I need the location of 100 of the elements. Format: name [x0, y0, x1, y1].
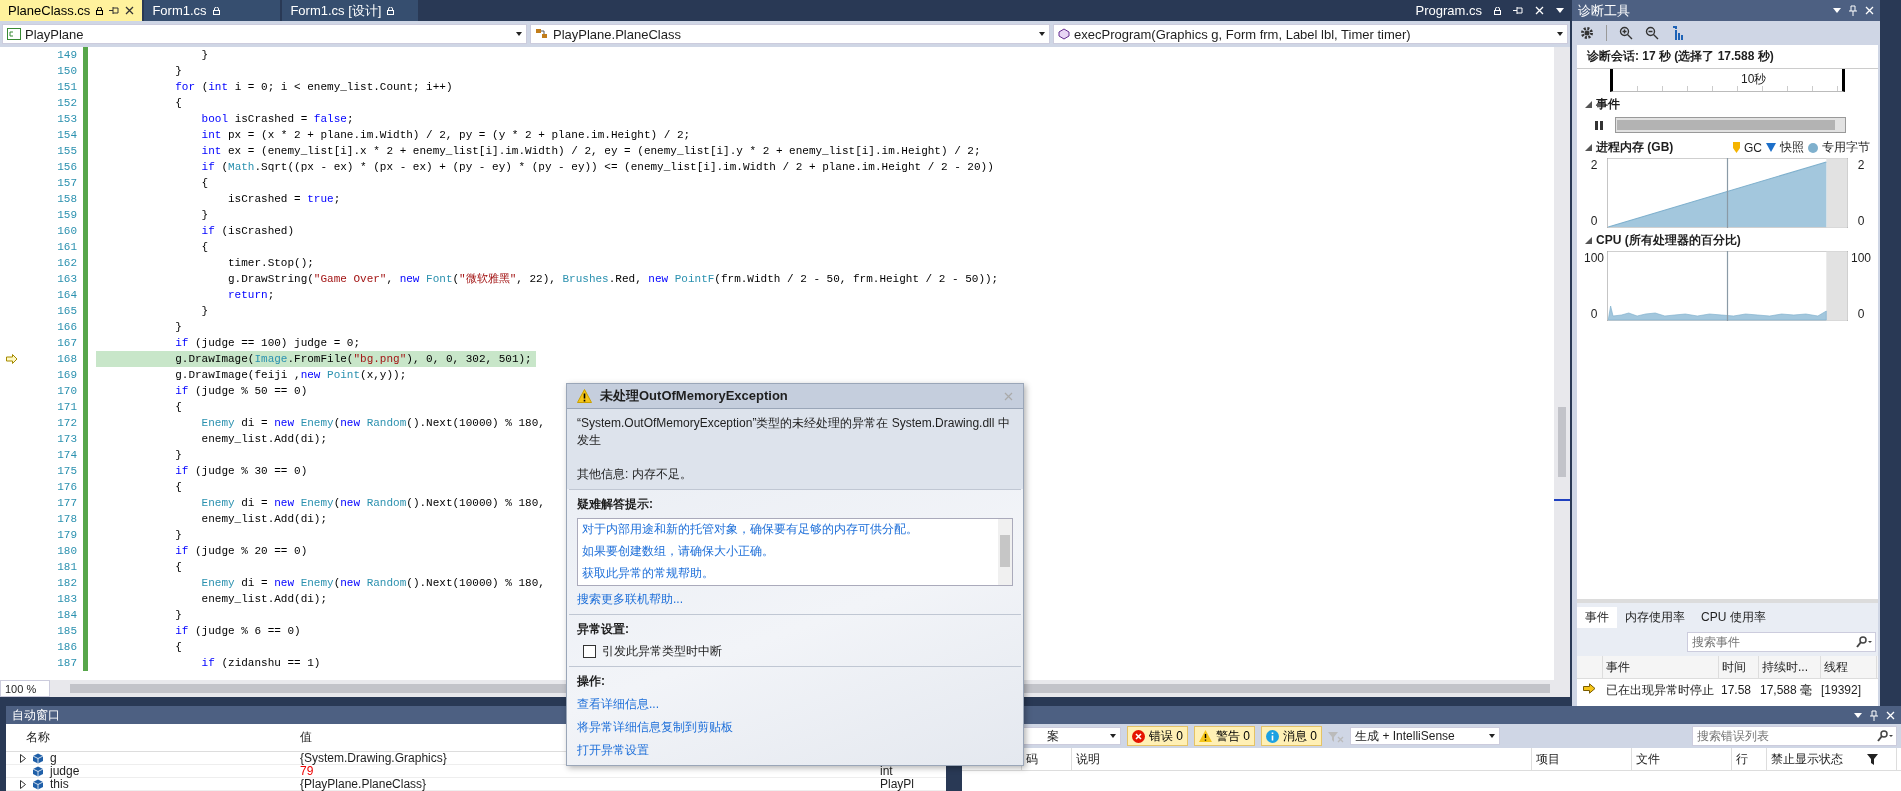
code-line: if (Math.Sqrt((px - ex) * (px - ex) + (py - ey) * (py - ey)) <= (enemy_list[i].im.Width / 2 + plane.im.Height / 2 - 20))	[200, 160, 995, 175]
code-line: }	[200, 48, 210, 63]
line-number: 173	[57, 433, 77, 445]
code-line: {	[174, 560, 183, 575]
code-line: if (isCrashed)	[200, 224, 296, 239]
line-number: 157	[57, 177, 77, 189]
line-number: 149	[57, 49, 77, 61]
line-number: 171	[57, 401, 77, 413]
line-number: 164	[57, 289, 77, 301]
variable-name: g	[50, 751, 57, 765]
code-line: }	[200, 208, 210, 223]
line-number: 167	[57, 337, 77, 349]
code-line: Enemy di = new Enemy(new Random().Next(10000) % 180,	[200, 576, 546, 591]
line-number: 169	[57, 369, 77, 381]
line-number: 161	[57, 241, 77, 253]
variable-name: judge	[50, 764, 80, 778]
code-line: {	[174, 480, 183, 495]
additional-info: 其他信息: 内存不足。	[577, 466, 693, 483]
code-line: return;	[227, 288, 276, 303]
line-number: 168	[57, 353, 77, 365]
line-number: 177	[57, 497, 77, 509]
code-line: g.DrawImage(feiji ,new Point(x,y));	[174, 368, 408, 383]
code-line: if (judge % 6 == 0)	[174, 624, 302, 639]
line-number: 174	[57, 449, 77, 461]
panel-title: 诊断工具	[1578, 1, 1630, 20]
line-number: 166	[57, 321, 77, 333]
code-line: }	[200, 304, 210, 319]
line-number: 182	[57, 577, 77, 589]
code-line: }	[174, 528, 183, 543]
code-line: }	[174, 608, 183, 623]
axis-label: 0	[1590, 214, 1598, 228]
line-number: 151	[57, 81, 77, 93]
code-line: if (judge % 30 == 0)	[174, 464, 309, 479]
line-number: 175	[57, 465, 77, 477]
dialog-title: 未处理OutOfMemoryException	[600, 387, 788, 405]
line-number: 150	[57, 65, 77, 77]
variable-type: int	[880, 763, 893, 778]
legend-label: 快照	[1780, 139, 1804, 156]
line-number: 184	[57, 609, 77, 621]
line-number: 170	[57, 385, 77, 397]
code-line: }	[174, 448, 183, 463]
legend-label: GC	[1744, 140, 1762, 155]
code-line: int px = (x * 2 + plane.im.Width) / 2, py = (y * 2 + plane.im.Height) / 2;	[200, 128, 692, 143]
code-line: }	[174, 64, 183, 79]
line-number: 176	[57, 481, 77, 493]
line-number: 187	[57, 657, 77, 669]
line-number: 154	[57, 129, 77, 141]
section-title: 进程内存 (GB)	[1596, 139, 1674, 156]
code-line: enemy_list.Add(di);	[200, 432, 329, 447]
table-cell-text: 17.58	[1720, 683, 1753, 697]
line-number: 162	[57, 257, 77, 269]
variable-value: {PlayPlane.PlaneClass}	[300, 776, 427, 791]
code-line: enemy_list.Add(di);	[200, 512, 329, 527]
line-number: 153	[57, 113, 77, 125]
line-number: 183	[57, 593, 77, 605]
variable-name: this	[50, 777, 69, 791]
code-line: {	[174, 96, 183, 111]
code-line: {	[174, 640, 183, 655]
code-line: enemy_list.Add(di);	[200, 592, 329, 607]
line-number: 160	[57, 225, 77, 237]
axis-label: 100	[1851, 251, 1871, 265]
code-line: if (judge == 100) judge = 0;	[174, 336, 362, 351]
code-line: if (judge % 20 == 0)	[174, 544, 309, 559]
code-line: {	[200, 176, 210, 191]
line-number: 186	[57, 641, 77, 653]
line-number: 152	[57, 97, 77, 109]
code-line: Enemy di = new Enemy(new Random().Next(10000) % 180,	[200, 416, 546, 431]
line-number: 178	[57, 513, 77, 525]
code-line: {	[200, 240, 210, 255]
axis-label: 2	[1857, 158, 1865, 172]
table-cell-text: 已在出现异常时停止	[1605, 681, 1715, 699]
exception-message: “System.OutOfMemoryException”类型的未经处理的异常在 System.Drawing.dll 中发生	[577, 415, 1011, 449]
line-number: 165	[57, 305, 77, 317]
axis-label: 2	[1590, 158, 1598, 172]
section-heading: 异常设置:	[577, 621, 630, 638]
section-heading: 操作:	[577, 673, 606, 690]
code-line: int ex = (enemy_list[i].x * 2 + enemy_list[i].im.Width) / 2, ey = (enemy_list[i].y * 2 + enemy_list[i].im.Height) / 2;	[200, 144, 982, 159]
code-line: for (int i = 0; i < enemy_list.Count; i++)	[174, 80, 454, 95]
legend-label: 专用字节	[1822, 139, 1870, 156]
line-number: 163	[57, 273, 77, 285]
section-title: CPU (所有处理器的百分比)	[1596, 232, 1741, 249]
table-cell-text: [19392]	[1820, 683, 1863, 697]
session-info: 诊断会话: 17 秒 (选择了 17.588 秒)	[1577, 45, 1878, 69]
code-line: }	[174, 320, 183, 335]
axis-label: 0	[1857, 307, 1865, 321]
line-number: 155	[57, 145, 77, 157]
code-line: {	[174, 400, 183, 415]
code-line: if (zidanshu == 1)	[200, 656, 322, 671]
code-line: g.DrawString("Game Over", new Font("微软雅黑", 22), Brushes.Red, new PointF(frm.Width / 2 - 50, frm.Height / 2 - 50));	[227, 272, 1000, 287]
code-line: isCrashed = true;	[227, 192, 342, 207]
code-line: bool isCrashed = false;	[200, 112, 355, 127]
variable-value: {System.Drawing.Graphics}	[300, 750, 447, 765]
line-number: 181	[57, 561, 77, 573]
line-number: 180	[57, 545, 77, 557]
panel-title: 自动窗口	[12, 706, 60, 724]
code-line: timer.Stop();	[227, 256, 315, 271]
axis-label: 100	[1584, 251, 1604, 265]
code-line: Enemy di = new Enemy(new Random().Next(10000) % 180,	[200, 496, 546, 511]
variable-type: PlayPl	[880, 776, 914, 791]
line-number: 172	[57, 417, 77, 429]
